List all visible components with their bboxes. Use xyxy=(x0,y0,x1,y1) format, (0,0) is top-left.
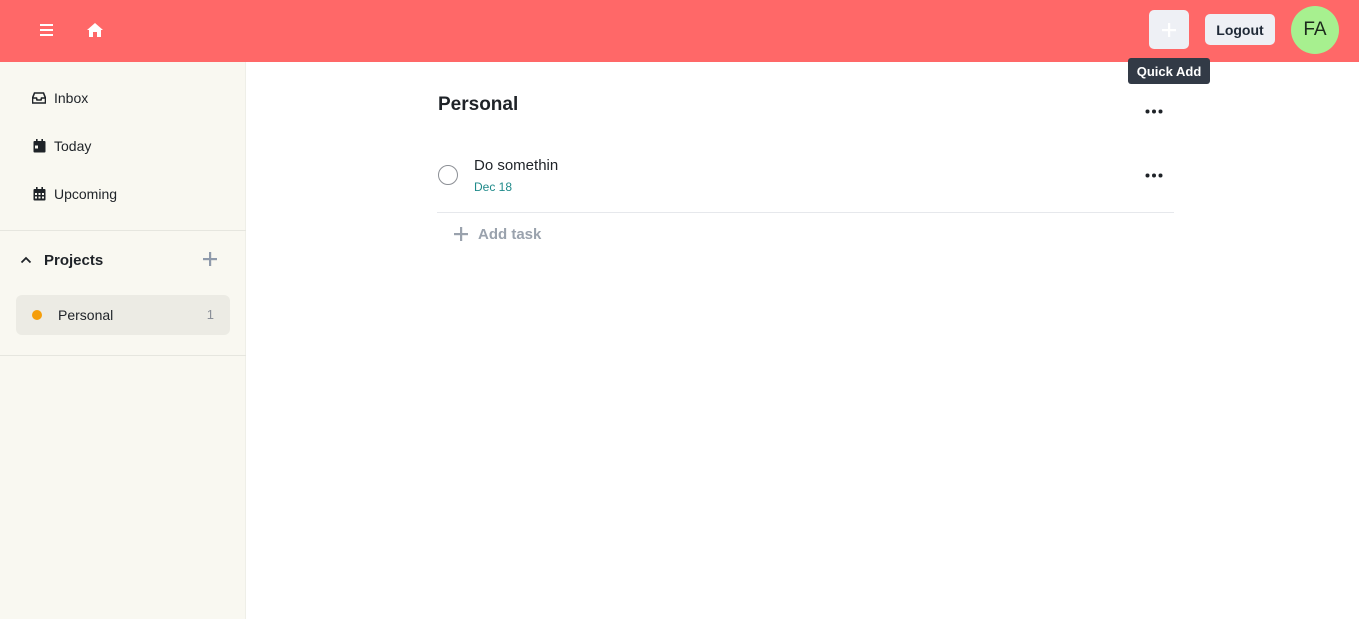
add-project-button[interactable] xyxy=(201,250,219,268)
avatar[interactable]: FA xyxy=(1291,6,1339,54)
plus-icon xyxy=(454,227,468,241)
project-color-dot xyxy=(32,310,42,320)
sidebar-item-today[interactable]: Today xyxy=(32,134,91,158)
projects-toggle[interactable]: Projects xyxy=(20,248,103,272)
sidebar-item-label: Today xyxy=(54,138,92,154)
inbox-icon xyxy=(32,91,46,105)
sidebar-divider xyxy=(0,355,246,356)
sidebar-item-upcoming[interactable]: Upcoming xyxy=(32,182,117,206)
sidebar-divider xyxy=(0,230,246,231)
calendar-day-icon xyxy=(32,139,46,153)
project-more-icon[interactable] xyxy=(1143,104,1165,118)
plus-icon xyxy=(1162,22,1176,37)
quick-add-tooltip: Quick Add xyxy=(1128,58,1210,84)
calendar-icon xyxy=(32,187,46,201)
top-bar: Logout FA xyxy=(0,0,1359,62)
home-icon[interactable] xyxy=(84,19,106,41)
project-task-count: 1 xyxy=(206,307,214,322)
task-title[interactable]: Do somethin xyxy=(474,157,558,174)
sidebar-item-label: Upcoming xyxy=(54,186,118,202)
menu-icon[interactable] xyxy=(36,19,58,41)
sidebar-item-personal[interactable]: Personal 1 xyxy=(16,295,230,335)
project-name: Personal xyxy=(58,307,114,323)
task-due-date: Dec 18 xyxy=(474,180,513,194)
quick-add-button[interactable] xyxy=(1149,10,1189,49)
plus-icon xyxy=(203,252,217,266)
logout-button[interactable]: Logout xyxy=(1205,14,1275,45)
chevron-up-icon xyxy=(20,254,32,266)
task-complete-checkbox[interactable] xyxy=(438,165,458,185)
sidebar: Inbox Today Upcoming Projects Personal 1 xyxy=(0,62,246,619)
task-item[interactable]: Do somethin Dec 18 xyxy=(437,148,1174,213)
sidebar-item-label: Inbox xyxy=(54,90,89,106)
add-task-label: Add task xyxy=(478,225,542,243)
task-more-icon[interactable] xyxy=(1143,168,1165,182)
page-title: Personal xyxy=(438,94,519,115)
add-task-button[interactable]: Add task xyxy=(454,223,541,245)
sidebar-item-inbox[interactable]: Inbox xyxy=(32,86,88,110)
projects-heading: Projects xyxy=(44,251,104,269)
